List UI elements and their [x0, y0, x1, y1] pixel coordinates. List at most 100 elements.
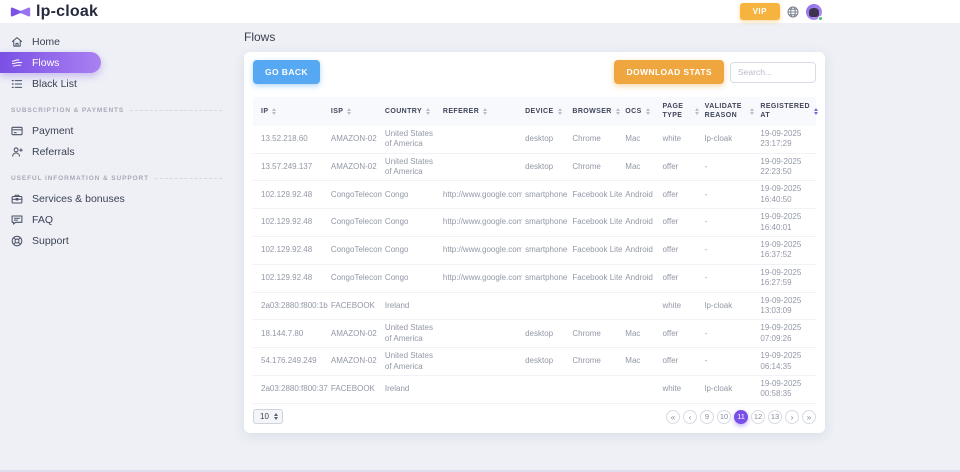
table-row: 102.129.92.48CongoTelecomCongohttp://www… [253, 264, 816, 292]
sidebar-item-flows[interactable]: Flows [0, 52, 101, 73]
toolbar-right: DOWNLOAD STATS [614, 60, 816, 84]
column-label: REFERER [443, 107, 479, 116]
cell-device: smartphone [522, 181, 569, 209]
cell-registered-at: 19-09-202500:58:35 [757, 375, 816, 403]
search-input[interactable] [730, 62, 816, 83]
sidebar-item-label: Referrals [32, 146, 75, 158]
sidebar-item-services-bonuses[interactable]: Services & bonuses [0, 188, 240, 209]
sidebar-item-payment[interactable]: Payment [0, 120, 240, 141]
sidebar-item-support[interactable]: Support [0, 230, 240, 251]
page-size-select[interactable]: 10 [253, 409, 283, 424]
sort-icon[interactable] [750, 108, 754, 116]
cell-country: United States of America [382, 153, 440, 181]
last-page-button[interactable]: » [802, 410, 816, 424]
cell-ip: 54.176.249.249 [253, 348, 328, 376]
cell-isp: FACEBOOK [328, 375, 382, 403]
cell-ip: 102.129.92.48 [253, 237, 328, 265]
logo-text: lp-cloak [36, 3, 98, 21]
mask-logo-icon [10, 6, 31, 18]
cell-validate-reason: - [702, 181, 758, 209]
column-label: VALIDATE REASON [705, 102, 747, 121]
sidebar-item-label: Payment [32, 125, 73, 137]
page-button-11[interactable]: 11 [734, 410, 748, 424]
page-button-9[interactable]: 9 [700, 410, 714, 424]
cell-browser: Facebook Lite [569, 209, 622, 237]
cell-page-type: white [659, 375, 701, 403]
user-avatar[interactable] [806, 4, 822, 20]
cell-page-type: offer [659, 320, 701, 348]
cell-isp: AMAZON-02 [328, 348, 382, 376]
cell-page-type: offer [659, 209, 701, 237]
sort-icon[interactable] [483, 108, 487, 116]
table-row: 13.52.218.60AMAZON-02United States of Am… [253, 126, 816, 153]
column-label: PAGE TYPE [662, 102, 690, 121]
prev-page-button[interactable]: ‹ [683, 410, 697, 424]
cell-ocs: Android [622, 181, 659, 209]
column-label: IP [261, 107, 268, 116]
cell-browser: Chrome [569, 153, 622, 181]
cell-registered-at: 19-09-202516:27:59 [757, 264, 816, 292]
cell-browser: Facebook Lite [569, 264, 622, 292]
top-header: lp-cloak VIP [0, 0, 960, 23]
column-header-referer[interactable]: REFERER [440, 97, 522, 126]
section-rule [130, 110, 222, 111]
language-globe-icon[interactable] [787, 6, 799, 18]
cell-country: Ireland [382, 375, 440, 403]
cell-validate-reason: - [702, 153, 758, 181]
sort-icon[interactable] [646, 108, 650, 116]
cell-device: desktop [522, 153, 569, 181]
sidebar-item-black-list[interactable]: Black List [0, 73, 240, 94]
column-header-browser[interactable]: BROWSER [569, 97, 622, 126]
table-row: 2a03:2880:f800:1b::FACEBOOKIrelandwhitel… [253, 292, 816, 320]
cell-registered-at: 19-09-202506:14:35 [757, 348, 816, 376]
cell-ip: 102.129.92.48 [253, 181, 328, 209]
section-title: USEFUL INFORMATION & SUPPORT [11, 175, 149, 182]
column-header-ocs[interactable]: OCS [622, 97, 659, 126]
page-size-value: 10 [260, 412, 269, 421]
sort-icon[interactable] [616, 108, 620, 116]
column-header-registered-at[interactable]: REGISTERED AT [757, 97, 816, 126]
sidebar-item-label: Flows [32, 57, 59, 69]
sort-icon[interactable] [695, 108, 699, 116]
cell-device [522, 375, 569, 403]
sidebar-item-faq[interactable]: FAQ [0, 209, 240, 230]
sidebar-item-referrals[interactable]: Referrals [0, 141, 240, 162]
sort-icon[interactable] [272, 108, 276, 116]
download-stats-button[interactable]: DOWNLOAD STATS [614, 60, 724, 84]
sidebar-section-header: SUBSCRIPTION & PAYMENTS [0, 107, 240, 114]
cell-isp: AMAZON-02 [328, 320, 382, 348]
column-header-isp[interactable]: ISP [328, 97, 382, 126]
cell-ocs: Android [622, 264, 659, 292]
go-back-button[interactable]: GO BACK [253, 60, 320, 84]
page-button-13[interactable]: 13 [768, 410, 782, 424]
vip-button[interactable]: VIP [740, 3, 780, 20]
column-header-device[interactable]: DEVICE [522, 97, 569, 126]
cell-validate-reason: - [702, 348, 758, 376]
sidebar-item-home[interactable]: Home [0, 31, 240, 52]
sort-icon[interactable] [347, 108, 351, 116]
cell-browser: Facebook Lite [569, 181, 622, 209]
cell-ocs: Android [622, 237, 659, 265]
column-header-country[interactable]: COUNTRY [382, 97, 440, 126]
page-button-10[interactable]: 10 [717, 410, 731, 424]
cell-ocs: Mac [622, 320, 659, 348]
sort-icon[interactable] [814, 108, 818, 116]
sort-icon[interactable] [426, 108, 430, 116]
cell-isp: CongoTelecom [328, 264, 382, 292]
card-footer: 10 «‹910111213›» [253, 409, 816, 424]
column-header-ip[interactable]: IP [253, 97, 328, 126]
table-row: 102.129.92.48CongoTelecomCongohttp://www… [253, 209, 816, 237]
column-header-validate-reason[interactable]: VALIDATE REASON [702, 97, 758, 126]
sort-icon[interactable] [558, 108, 562, 116]
logo[interactable]: lp-cloak [10, 3, 98, 21]
cell-registered-at: 19-09-202516:40:50 [757, 181, 816, 209]
column-header-page-type[interactable]: PAGE TYPE [659, 97, 701, 126]
page-button-12[interactable]: 12 [751, 410, 765, 424]
cell-device: smartphone [522, 237, 569, 265]
payment-icon [11, 125, 23, 137]
pagination: «‹910111213›» [666, 410, 816, 424]
next-page-button[interactable]: › [785, 410, 799, 424]
first-page-button[interactable]: « [666, 410, 680, 424]
cell-registered-at: 19-09-202522:23:50 [757, 153, 816, 181]
avatar-figure [809, 8, 819, 17]
